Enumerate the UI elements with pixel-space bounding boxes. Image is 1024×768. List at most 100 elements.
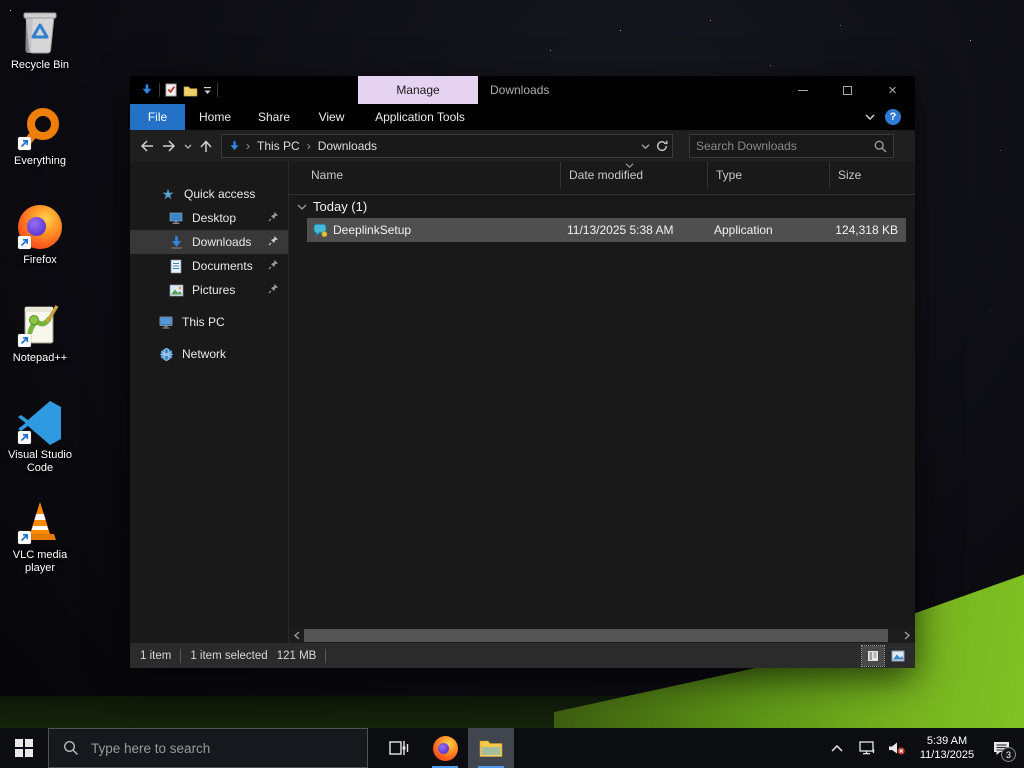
breadcrumb-separator: › [306,139,311,153]
desktop-icon-label: Notepad++ [12,352,68,364]
windows-logo-icon [15,739,33,757]
nav-item-downloads[interactable]: Downloads [130,230,288,254]
quick-access-toolbar [130,76,218,104]
taskbar-clock[interactable]: 5:39 AM 11/13/2025 [914,734,980,763]
breadcrumb-downloads[interactable]: Downloads [316,139,379,153]
address-bar-controls [641,140,668,152]
properties-button[interactable] [165,83,178,97]
taskbar-firefox-button[interactable] [422,728,468,768]
window-title: Downloads [490,83,550,97]
file-type: Application [714,223,773,237]
details-view-button[interactable] [861,644,885,667]
file-size: 124,318 KB [835,223,898,237]
forward-button[interactable] [158,134,180,158]
explorer-search-box[interactable] [689,134,894,158]
application-file-icon [312,218,328,242]
group-header-today[interactable]: Today (1) [289,194,915,218]
tab-share[interactable]: Share [245,104,303,130]
action-center-button[interactable]: 3 [984,728,1018,768]
desktop-icon-vscode[interactable]: Visual Studio Code [1,398,79,475]
scrollbar-thumb[interactable] [304,628,889,642]
separator [159,83,160,97]
tab-file[interactable]: File [130,104,185,130]
title-bar[interactable]: Manage Downloads × [130,76,915,104]
nav-item-network[interactable]: Network [130,342,288,366]
new-folder-button[interactable] [183,84,198,97]
separator [325,648,327,663]
status-item-count: 1 item [140,649,172,662]
task-view-button[interactable] [376,728,422,768]
tab-home[interactable]: Home [185,104,245,130]
large-icons-view-button[interactable] [887,646,909,666]
notepadpp-icon [16,301,64,349]
documents-icon [168,258,184,274]
address-toolbar: › This PC › Downloads [130,130,915,162]
expand-ribbon-chevron-icon[interactable] [865,114,875,120]
downloads-folder-icon [228,140,241,153]
pin-icon [268,259,279,270]
manage-contextual-tab[interactable]: Manage [358,76,478,104]
status-bar: 1 item 1 item selected 121 MB [130,643,915,668]
search-icon[interactable] [874,140,887,153]
firefox-icon [432,735,458,761]
desktop-icon-label: Recycle Bin [10,59,70,71]
desktop-icon-label: VLC media player [12,549,68,575]
file-name: DeeplinkSetup [333,223,412,237]
status-selection-size: 121 MB [276,649,317,662]
breadcrumb-separator: › [246,139,250,153]
file-row-deeplinksetup[interactable]: DeeplinkSetup 11/13/2025 5:38 AM Applica… [307,218,906,242]
taskbar-file-explorer-button[interactable] [468,728,514,768]
refresh-icon[interactable] [656,140,668,152]
taskbar-search-box[interactable]: Type here to search [48,728,368,768]
shortcut-arrow-icon [18,334,31,347]
desktop-icon-firefox[interactable]: Firefox [1,203,79,267]
up-button[interactable] [195,134,217,158]
scrollbar-track[interactable] [304,627,900,643]
explorer-search-input[interactable] [696,139,874,153]
show-hidden-icons-chevron[interactable] [824,728,850,768]
nav-item-label: This PC [182,315,225,329]
horizontal-scrollbar[interactable] [289,627,915,643]
scroll-right-arrow[interactable] [900,627,914,643]
vlc-icon [16,498,64,546]
minimize-button[interactable] [780,76,825,104]
maximize-button[interactable] [825,76,870,104]
nav-item-documents[interactable]: Documents [130,254,288,278]
column-header-size[interactable]: Size [829,162,911,188]
network-icon[interactable] [854,728,880,768]
back-button[interactable] [136,134,158,158]
address-bar[interactable]: › This PC › Downloads [221,134,673,158]
file-date-modified: 11/13/2025 5:38 AM [567,223,674,237]
desktop-icon-recycle-bin[interactable]: Recycle Bin [1,8,79,72]
column-header-name[interactable]: Name [289,162,560,188]
file-explorer-window: Manage Downloads × File Home Share View … [130,76,915,668]
scroll-left-arrow[interactable] [290,627,304,643]
file-list-pane: Name Date modified Type Size Today (1) D… [288,162,915,643]
desktop-icon-vlc[interactable]: VLC media player [1,498,79,575]
qat-customize-dropdown[interactable] [203,86,212,95]
window-controls: × [780,76,915,104]
nav-item-desktop[interactable]: Desktop [130,206,288,230]
pin-icon [268,283,279,294]
column-header-type[interactable]: Type [707,162,829,188]
volume-muted-icon[interactable] [884,728,910,768]
network-globe-icon [158,346,174,362]
address-dropdown-chevron-icon[interactable] [641,143,650,149]
recent-locations-dropdown[interactable] [180,134,195,158]
close-button[interactable]: × [870,76,915,104]
help-button[interactable]: ? [885,109,901,125]
tab-view[interactable]: View [303,104,360,130]
nav-item-pictures[interactable]: Pictures [130,278,288,302]
nav-item-this-pc[interactable]: This PC [130,310,288,334]
start-button[interactable] [0,728,48,768]
breadcrumb-this-pc[interactable]: This PC [255,139,302,153]
desktop-icon-notepadpp[interactable]: Notepad++ [1,301,79,365]
explorer-content: ★ Quick access Desktop Downloads Documen… [130,162,915,643]
desktop-icon [168,210,184,226]
nav-item-quick-access[interactable]: ★ Quick access [130,182,288,206]
group-collapse-chevron-icon[interactable] [297,204,307,210]
column-header-date-modified[interactable]: Date modified [560,162,707,188]
tab-application-tools[interactable]: Application Tools [360,104,480,130]
nav-item-label: Desktop [192,211,237,225]
desktop-icon-everything[interactable]: Everything [1,104,79,168]
